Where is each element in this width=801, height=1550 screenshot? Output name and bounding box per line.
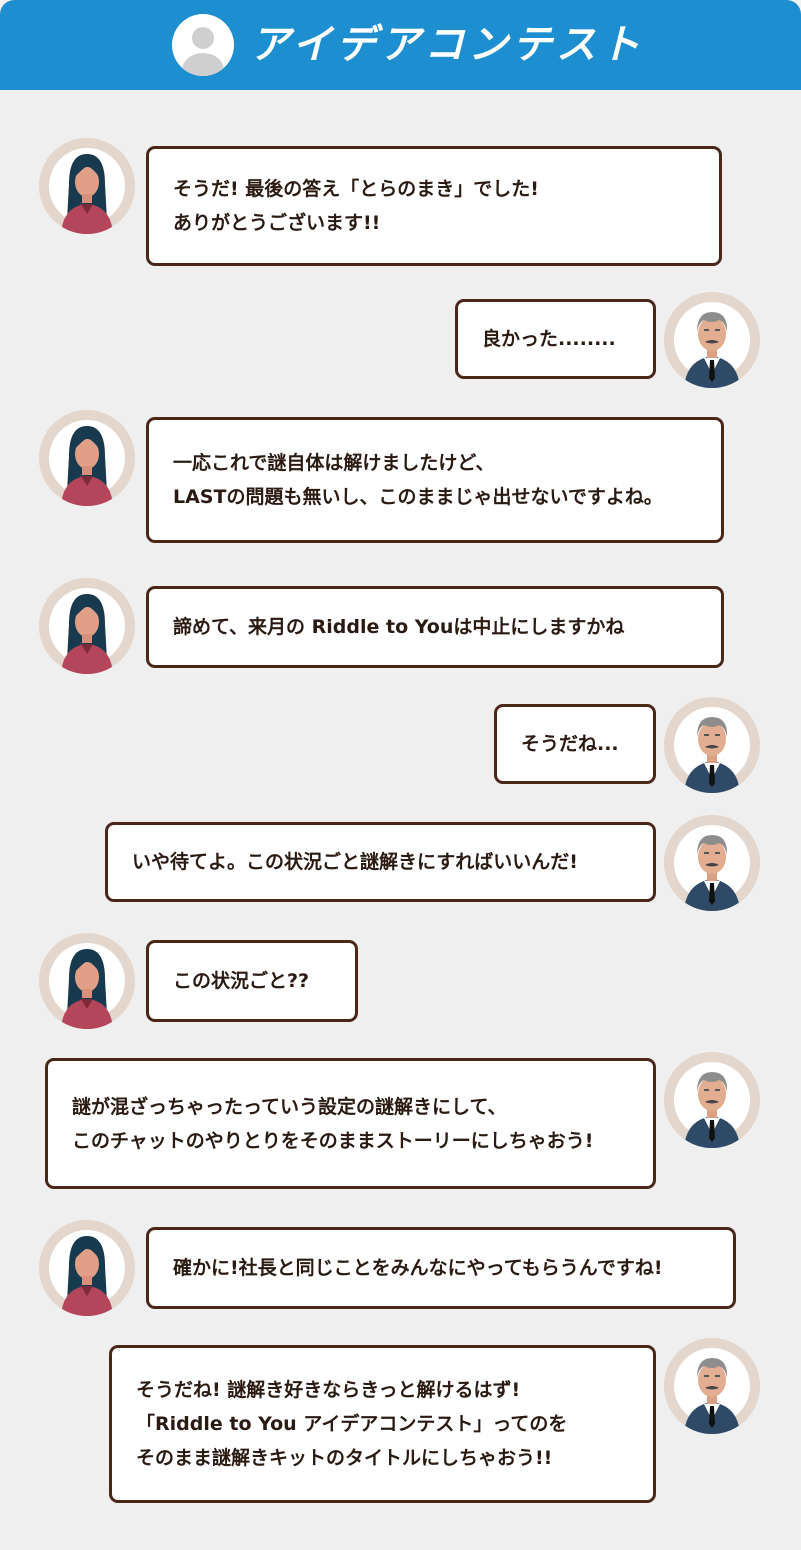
message-bubble: いや待てよ。この状況ごと謎解きにすればいいんだ! bbox=[105, 822, 656, 902]
message-line: 「Riddle to You アイデアコンテスト」ってのを bbox=[136, 1413, 568, 1435]
boss-avatar-icon bbox=[664, 1052, 760, 1148]
message-line: このチャットのやりとりをそのままストーリーにしちゃおう! bbox=[72, 1129, 594, 1152]
message-bubble: そうだ! 最後の答え「とらのまき」でした! ありがとうございます!! bbox=[146, 146, 722, 266]
message-line: 諦めて、来月の Riddle to Youは中止にしますかね bbox=[173, 616, 625, 638]
message-bubble: 確かに!社長と同じことをみんなにやってもらうんですね! bbox=[146, 1227, 736, 1309]
message-line: そのまま謎解きキットのタイトルにしちゃおう!! bbox=[136, 1447, 553, 1469]
message-bubble: この状況ごと?? bbox=[146, 940, 358, 1022]
woman-avatar-icon bbox=[39, 578, 135, 674]
woman-avatar-icon bbox=[39, 138, 135, 234]
woman-avatar-icon bbox=[39, 933, 135, 1029]
message-bubble: そうだね! 謎解き好きならきっと解けるはず! 「Riddle to You アイ… bbox=[109, 1345, 656, 1503]
message-line: LASTの問題も無いし、このままじゃ出せないですよね。 bbox=[173, 486, 663, 508]
header-bar: アイデアコンテスト bbox=[0, 0, 801, 90]
message-bubble: そうだね... bbox=[494, 704, 656, 784]
message-line: そうだね! 謎解き好きならきっと解けるはず! bbox=[136, 1379, 521, 1401]
message-line: 確かに!社長と同じことをみんなにやってもらうんですね! bbox=[173, 1257, 663, 1279]
user-icon bbox=[172, 14, 234, 76]
message-line: 良かった........ bbox=[482, 328, 616, 350]
boss-avatar-icon bbox=[664, 1338, 760, 1434]
message-line: 一応これで謎自体は解けましたけど、 bbox=[173, 452, 495, 474]
message-bubble: 諦めて、来月の Riddle to Youは中止にしますかね bbox=[146, 586, 724, 668]
chat-window: アイデアコンテスト そうだ! 最後の答え「とらのまき」でした! ありがとうござい… bbox=[0, 0, 801, 1550]
message-bubble: 一応これで謎自体は解けましたけど、 LASTの問題も無いし、このままじゃ出せない… bbox=[146, 417, 724, 543]
woman-avatar-icon bbox=[39, 1220, 135, 1316]
message-line: 謎が混ざっちゃったっていう設定の謎解きにして、 bbox=[72, 1095, 507, 1118]
message-line: そうだね... bbox=[521, 733, 619, 755]
message-bubble: 謎が混ざっちゃったっていう設定の謎解きにして、 このチャットのやりとりをそのまま… bbox=[45, 1058, 656, 1189]
woman-avatar-icon bbox=[39, 410, 135, 506]
boss-avatar-icon bbox=[664, 697, 760, 793]
message-line: そうだ! 最後の答え「とらのまき」でした! bbox=[173, 178, 539, 200]
message-line: この状況ごと?? bbox=[173, 970, 310, 992]
boss-avatar-icon bbox=[664, 292, 760, 388]
page-title: アイデアコンテスト bbox=[250, 22, 644, 68]
message-line: いや待てよ。この状況ごと謎解きにすればいいんだ! bbox=[132, 851, 578, 873]
message-bubble: 良かった........ bbox=[455, 299, 656, 379]
boss-avatar-icon bbox=[664, 815, 760, 911]
message-line: ありがとうございます!! bbox=[173, 212, 381, 234]
